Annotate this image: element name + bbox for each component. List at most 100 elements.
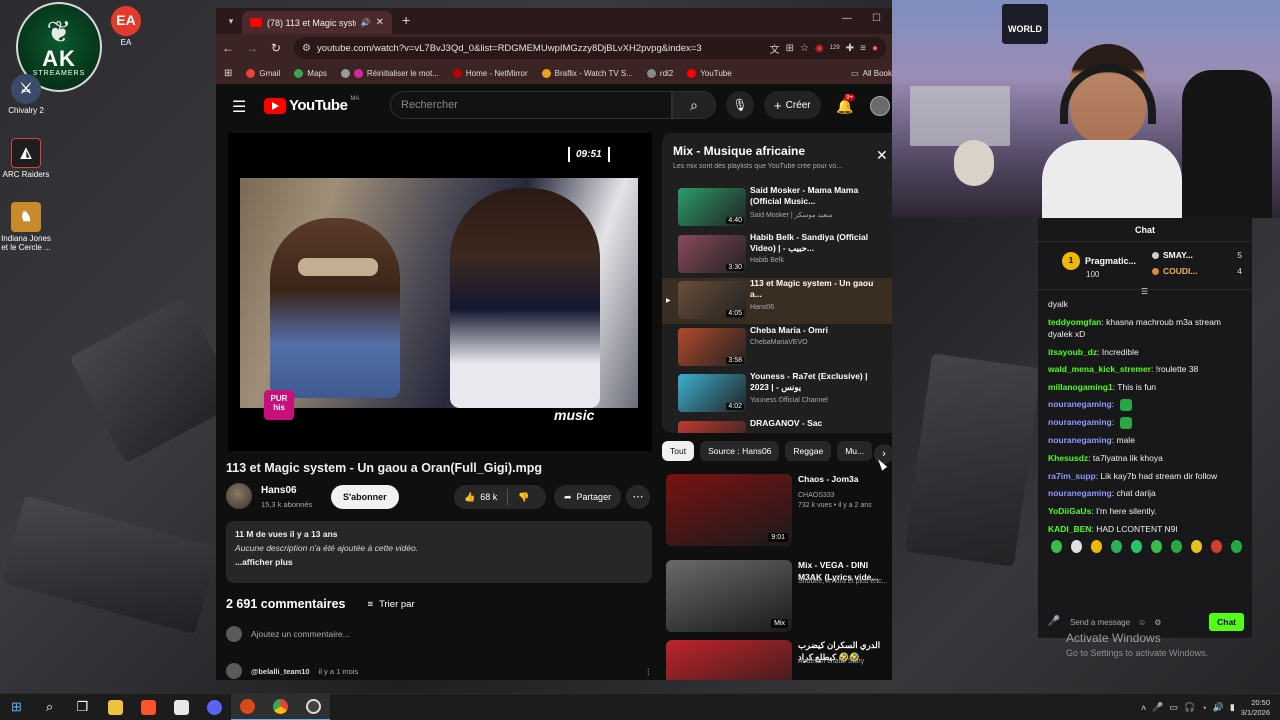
- extension-icon[interactable]: ◉: [815, 43, 824, 54]
- chat-username[interactable]: teddyomgfan: [1048, 317, 1101, 327]
- bookmark-youtube[interactable]: YouTube: [687, 68, 732, 78]
- store-icon[interactable]: [165, 694, 198, 720]
- show-more-link[interactable]: ...afficher plus: [235, 557, 643, 567]
- menu-icon[interactable]: ☰: [232, 97, 246, 117]
- recommendation-item[interactable]: الدري السكران كيضرب كيطلع كراد 🤣🤣 Abdella…: [662, 640, 892, 680]
- forward-icon[interactable]: →: [240, 41, 264, 55]
- playlist-item[interactable]: 3:58 Cheba Maria - Omri ChebaMariaVEVO: [662, 325, 892, 371]
- chat-username[interactable]: nouranegaming: [1048, 417, 1112, 427]
- search-button[interactable]: ⌕: [672, 91, 716, 119]
- chat-send-button[interactable]: Chat: [1209, 613, 1244, 631]
- chip-reggae[interactable]: Reggae: [785, 441, 832, 461]
- desktop-icon-arc-raiders[interactable]: ◭ ARC Raiders: [0, 138, 54, 180]
- chip-source[interactable]: Source : Hans06: [700, 441, 780, 461]
- recording-app-icon[interactable]: [297, 693, 330, 720]
- chat-username[interactable]: nouranegaming: [1048, 435, 1112, 445]
- browser-tab-active[interactable]: (78) 113 et Magic system - 🔊 ✕: [242, 11, 392, 34]
- bookmark-star-icon[interactable]: ☆: [800, 43, 809, 54]
- volume-icon[interactable]: 🔊: [1213, 702, 1224, 713]
- clock[interactable]: 20:50 3/1/2026: [1241, 698, 1270, 717]
- battery-icon[interactable]: ▮: [1230, 702, 1235, 713]
- create-button[interactable]: + Créer: [764, 91, 821, 119]
- bookmark-braflix[interactable]: Braflix - Watch TV S...: [541, 68, 633, 78]
- recommendation-more-icon[interactable]: ⋮: [890, 640, 892, 651]
- brave-browser-icon[interactable]: [132, 694, 165, 720]
- minimize-icon[interactable]: —: [842, 13, 852, 24]
- discord-like-icon[interactable]: [198, 694, 231, 720]
- desktop-icon-chivalry[interactable]: ⚔ Chivalry 2: [0, 74, 54, 116]
- chevron-up-icon[interactable]: ˄: [1141, 703, 1146, 713]
- channel-name[interactable]: Hans06: [261, 485, 297, 496]
- reading-list-icon[interactable]: ≡: [860, 43, 866, 54]
- chat-username[interactable]: millanogaming1: [1048, 382, 1113, 392]
- share-button[interactable]: ➦ Partager: [554, 485, 622, 509]
- bookmark-gmail[interactable]: Gmail: [246, 68, 280, 78]
- playlist-item[interactable]: ▶ 4:05 113 et Magic system - Un gaou a... H…: [662, 278, 892, 324]
- address-bar[interactable]: ⚙ youtube.com/watch?v=vL7BvJ3Qd_0&list=R…: [294, 37, 886, 59]
- more-actions-icon[interactable]: ⋯: [626, 485, 650, 509]
- playlist-item[interactable]: 4:40 Said Mosker - Mama Mama (Official Mu…: [662, 185, 892, 231]
- obs-icon[interactable]: [231, 693, 264, 720]
- chat-username[interactable]: KADI_BEN: [1048, 524, 1091, 534]
- screen-icon[interactable]: ▭: [1169, 702, 1178, 713]
- speaker-icon[interactable]: 🔊: [361, 18, 371, 27]
- apps-grid-icon[interactable]: ⊞: [224, 68, 232, 79]
- leaderboard-first[interactable]: 1 Pragmatic...: [1062, 252, 1136, 270]
- settings-gear-icon[interactable]: ⚙: [1154, 618, 1161, 627]
- chip-music[interactable]: Mu...: [837, 441, 873, 461]
- recommendation-item[interactable]: Mix Mix - VEGA - DINI M3AK (Lyrics vide..…: [662, 560, 892, 638]
- site-info-icon[interactable]: ⚙: [302, 43, 311, 54]
- chat-username[interactable]: nouranegaming: [1048, 488, 1112, 498]
- add-comment-input[interactable]: Ajoutez un commentaire...: [251, 629, 350, 639]
- playlist-item[interactable]: 3:30 Habib Belk - Sandiya (Official Video…: [662, 232, 892, 278]
- playlist-item[interactable]: DRAGANOV - Sac: [662, 418, 892, 433]
- new-tab-icon[interactable]: +: [402, 12, 410, 28]
- translate-icon[interactable]: 文: [770, 41, 780, 56]
- subscribe-button[interactable]: S'abonner: [331, 485, 399, 509]
- tab-search-icon[interactable]: ▾: [222, 12, 240, 30]
- install-icon[interactable]: ⊞: [786, 43, 794, 54]
- bookmark-instagram[interactable]: Réinitialiser le mot...: [340, 68, 439, 78]
- video-player[interactable]: 09:51 PUR his music: [228, 133, 652, 451]
- wifi-icon[interactable]: ◔: [1201, 703, 1206, 713]
- expand-pinned-icon[interactable]: ☰: [1141, 287, 1148, 296]
- account-avatar[interactable]: [870, 96, 890, 116]
- voice-search-button[interactable]: 🎙: [726, 91, 754, 119]
- commenter-avatar[interactable]: [226, 663, 242, 679]
- task-view-icon[interactable]: ❐: [66, 694, 99, 720]
- profile-icon[interactable]: ●: [872, 43, 878, 54]
- chrome-icon[interactable]: [264, 693, 297, 720]
- search-icon[interactable]: ⌕: [33, 694, 66, 720]
- chip-all[interactable]: Tout: [662, 441, 695, 461]
- comment-author[interactable]: @belalli_team10: [251, 667, 310, 676]
- dislike-button[interactable]: 👎: [508, 485, 539, 509]
- desktop-icon-ea[interactable]: EA EA: [98, 6, 154, 48]
- chat-username[interactable]: itsayoub_dz: [1048, 347, 1097, 357]
- youtube-logo[interactable]: YouTube MA: [264, 96, 359, 114]
- recommendation-more-icon[interactable]: ⋮: [890, 474, 892, 485]
- bookmark-netmirror[interactable]: Home - NetMirror: [452, 68, 528, 78]
- chat-message-input[interactable]: Send a message: [1070, 618, 1130, 627]
- bookmark-maps[interactable]: Maps: [294, 68, 327, 78]
- emote-icon[interactable]: ☺: [1138, 618, 1146, 627]
- recommendation-title[interactable]: Chaos - Jom3a: [798, 474, 892, 486]
- headphones-icon[interactable]: 🎧: [1184, 702, 1195, 713]
- recommendation-thumbnail[interactable]: Mix: [666, 560, 792, 632]
- leaderboard-second[interactable]: SMAY... 5: [1152, 250, 1242, 260]
- add-comment-row[interactable]: Ajoutez un commentaire...: [226, 625, 652, 643]
- recommendation-thumbnail[interactable]: 9:01: [666, 474, 792, 546]
- like-button[interactable]: 👍 68 k: [454, 485, 507, 509]
- chat-username[interactable]: ra7im_supp: [1048, 471, 1096, 481]
- leaderboard-third[interactable]: COUDI... 4: [1152, 266, 1242, 276]
- chat-username[interactable]: wald_mena_kick_stremer: [1048, 364, 1151, 374]
- sort-comments-button[interactable]: ≡ Trier par: [368, 599, 415, 610]
- start-button[interactable]: ⊞: [0, 694, 33, 720]
- back-icon[interactable]: ←: [216, 41, 240, 55]
- file-explorer-icon[interactable]: [99, 694, 132, 720]
- recommendation-item[interactable]: 9:01 Chaos - Jom3a CHAOS333 732 k vues • il…: [662, 474, 892, 552]
- chat-username[interactable]: YoDiiGaUs: [1048, 506, 1091, 516]
- desktop-icon-indiana-jones[interactable]: ♞ Indiana Jones et le Cercle ...: [0, 202, 54, 253]
- comment-more-icon[interactable]: ⋮: [645, 667, 653, 676]
- description-box[interactable]: 11 M de vues il y a 13 ans Aucune descri…: [226, 521, 652, 583]
- extensions-puzzle-icon[interactable]: ✚: [846, 43, 854, 54]
